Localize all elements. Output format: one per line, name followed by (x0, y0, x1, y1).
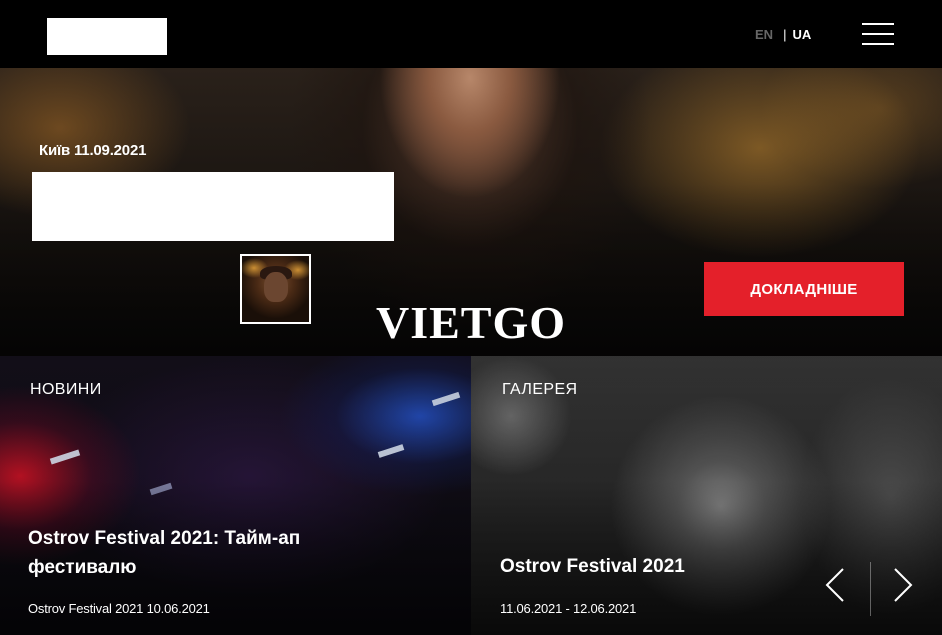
gallery-meta: 11.06.2021 - 12.06.2021 (500, 601, 637, 616)
news-panel[interactable]: НОВИНИ Ostrov Festival 2021: Тайм-ап фес… (0, 356, 471, 635)
gallery-section-label[interactable]: ГАЛЕРЕЯ (502, 381, 578, 399)
chevron-left-icon[interactable] (823, 567, 847, 603)
hero-banner: Київ 11.09.2021 ДОКЛАДНІШЕ VIETGO (0, 68, 942, 356)
menu-line (862, 33, 894, 35)
site-header: EN | UA (0, 0, 942, 68)
menu-line (862, 23, 894, 25)
gallery-title[interactable]: Ostrov Festival 2021 (500, 552, 840, 581)
lang-en-link[interactable]: EN (755, 27, 773, 42)
hero-date: Київ 11.09.2021 (39, 142, 147, 159)
news-section-label[interactable]: НОВИНИ (30, 381, 102, 399)
hero-title-box (32, 172, 394, 241)
arrow-divider (870, 562, 871, 616)
lang-separator: | (783, 27, 787, 42)
chevron-right-icon[interactable] (891, 567, 915, 603)
gallery-panel[interactable]: ГАЛЕРЕЯ Ostrov Festival 2021 11.06.2021 … (471, 356, 942, 635)
language-switcher: EN | UA (755, 27, 811, 42)
news-title[interactable]: Ostrov Festival 2021: Тайм-ап фестивалю (28, 524, 368, 582)
site-logo[interactable] (47, 18, 167, 55)
watermark: VIETGO (375, 297, 567, 348)
menu-line (862, 43, 894, 45)
lang-ua-link[interactable]: UA (792, 27, 811, 42)
hamburger-menu-icon[interactable] (862, 22, 894, 46)
news-meta: Ostrov Festival 2021 10.06.2021 (28, 601, 210, 616)
